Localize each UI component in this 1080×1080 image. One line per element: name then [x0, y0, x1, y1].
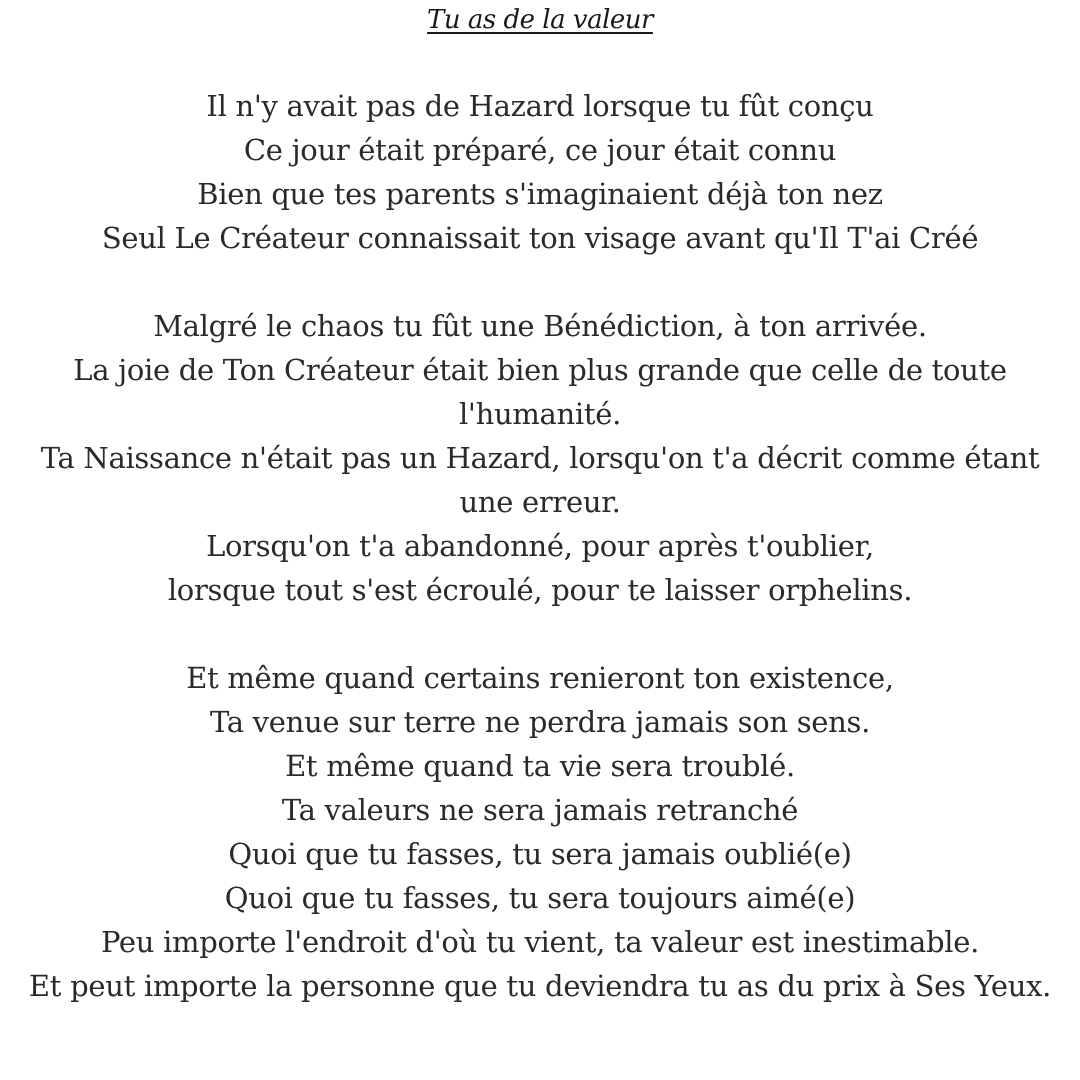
poem-line: Ta venue sur terre ne perdra jamais son …: [209, 705, 871, 739]
poem-line: lorsque tout s'est écroulé, pour te lais…: [167, 573, 913, 607]
poem-line: Il n'y avait pas de Hazard lorsque tu fû…: [206, 89, 874, 123]
poem-line: Ce jour était préparé, ce jour était con…: [243, 133, 837, 167]
stanza-2: Malgré le chaos tu fût une Bénédiction, …: [16, 304, 1064, 612]
poem-line: La joie de Ton Créateur était bien plus …: [73, 353, 1007, 431]
poem-line: Ta Naissance n'était pas un Hazard, lors…: [40, 441, 1040, 519]
poem-line: Quoi que tu fasses, tu sera jamais oubli…: [228, 837, 852, 871]
stanza-1: Il n'y avait pas de Hazard lorsque tu fû…: [16, 84, 1064, 260]
poem-line: Malgré le chaos tu fût une Bénédiction, …: [153, 309, 927, 343]
stanza-3: Et même quand certains renieront ton exi…: [16, 656, 1064, 1008]
poem-line: Et même quand ta vie sera troublé.: [285, 749, 795, 783]
poem-page: Tu as de la valeur Il n'y avait pas de H…: [0, 0, 1080, 1080]
poem-line: Seul Le Créateur connaissait ton visage …: [101, 221, 979, 255]
poem-line: Bien que tes parents s'imaginaient déjà …: [197, 177, 883, 211]
poem-title: Tu as de la valeur: [427, 5, 653, 35]
poem-line: Et même quand certains renieront ton exi…: [186, 661, 894, 695]
poem-line: Et peut importe la personne que tu devie…: [28, 969, 1052, 1003]
poem-line: Peu importe l'endroit d'où tu vient, ta …: [100, 925, 980, 959]
poem-line: Ta valeurs ne sera jamais retranché: [281, 793, 799, 827]
poem-line: Lorsqu'on t'a abandonné, pour après t'ou…: [206, 529, 874, 563]
poem-body: Il n'y avait pas de Hazard lorsque tu fû…: [16, 84, 1064, 1008]
poem-line: Quoi que tu fasses, tu sera toujours aim…: [224, 881, 856, 915]
